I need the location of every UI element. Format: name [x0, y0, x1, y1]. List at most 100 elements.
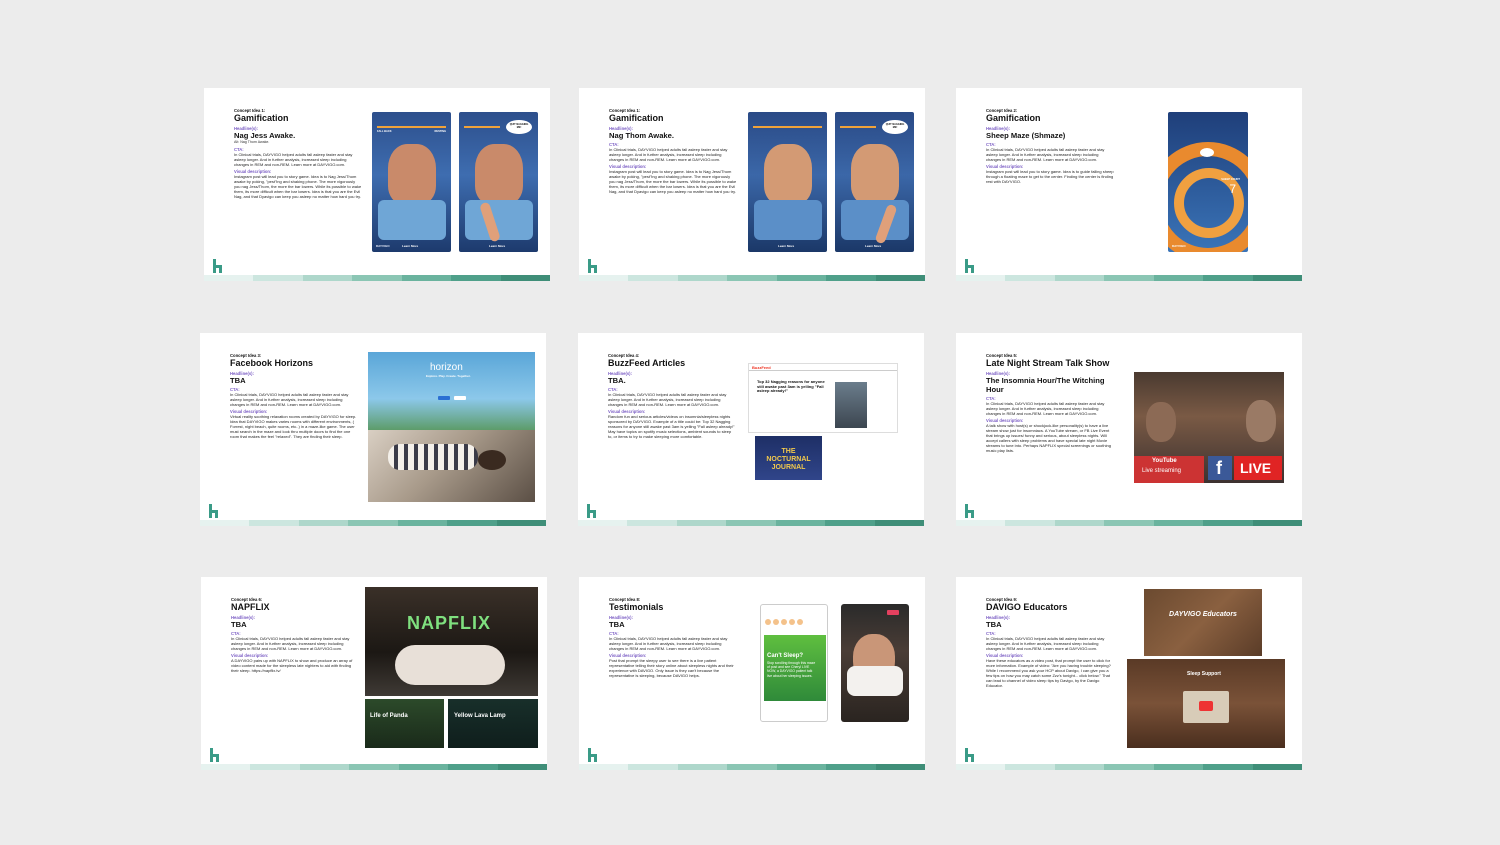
- napflix-logo-text: NAPFLIX: [407, 613, 492, 633]
- visual-text: A talk show with host(s) or shockjock-li…: [986, 423, 1111, 453]
- cta-text: In Clinical trials, DAYVIGO helped adult…: [234, 151, 353, 167]
- slide-concept-1-jess[interactable]: Concept Idea 1: Gamification Headline(s)…: [204, 88, 550, 281]
- nag-meter-bar: [840, 126, 876, 128]
- article-headline[interactable]: Top 32 Nagging reasons for anyone still …: [757, 379, 827, 394]
- agency-logo-icon: [965, 504, 977, 519]
- concept-title: Gamification: [986, 113, 1041, 123]
- slide-concept-8-testimonials[interactable]: Concept Idea 8: Testimonials Headline(s)…: [579, 577, 925, 770]
- visual-text: A DAYVIGO pairs up with NAPFLIX to show …: [231, 658, 353, 673]
- learn-more-link[interactable]: Learn More: [489, 244, 505, 248]
- sleep-support-video[interactable]: Sleep Support: [1127, 659, 1285, 748]
- concept-title: Late Night Stream Talk Show: [986, 358, 1110, 368]
- slide-text: Concept Idea 6: NAPFLIX Headline(s): TBA…: [231, 597, 359, 673]
- bar-left-label: FALL BACK: [377, 130, 392, 133]
- slide-concept-5-late-night-show[interactable]: Concept Idea 5: Late Night Stream Talk S…: [956, 333, 1302, 526]
- horizon-login-button[interactable]: [454, 396, 466, 400]
- blanket-illustration: [754, 200, 822, 240]
- sleeping-person-illustration: [388, 144, 436, 204]
- agency-logo-icon: [210, 748, 222, 763]
- learn-more-link[interactable]: Learn More: [778, 244, 794, 248]
- slide-concept-3-facebook-horizons[interactable]: Concept Idea 3: Facebook Horizons Headli…: [200, 333, 546, 526]
- sleeping-man-illustration: [764, 144, 812, 204]
- stories-row: [765, 619, 825, 625]
- agency-logo-icon: [965, 748, 977, 763]
- slide-text: Concept Idea 8: Testimonials Headline(s)…: [609, 597, 737, 678]
- learn-more-link[interactable]: Learn More: [402, 244, 418, 248]
- slide-concept-4-buzzfeed[interactable]: Concept Idea 4: BuzzFeed Articles Headli…: [578, 333, 924, 526]
- striped-shirt-shape: [388, 444, 478, 470]
- agency-logo-icon: [209, 504, 221, 519]
- concept-headline: TBA: [986, 620, 1002, 629]
- footer-color-band: [956, 275, 1302, 281]
- concept-headline: Nag Jess Awake.: [234, 131, 296, 140]
- cta-text: In Clinical trials, DAYVIGO helped adult…: [986, 636, 1105, 651]
- awake-person-illustration: [475, 144, 523, 204]
- head-with-headset-shape: [478, 450, 506, 470]
- host-right-shape: [1246, 400, 1276, 442]
- buzzfeed-logo: BuzzFeed: [752, 365, 771, 370]
- concept-headline: TBA: [609, 620, 625, 629]
- tile-title-lava-lamp: Yellow Lava Lamp: [454, 713, 506, 719]
- game-phone-screenshot-asleep: FALL BACK RESTING DAYVIGO Learn More: [372, 112, 451, 252]
- host-left-shape: [1146, 402, 1176, 442]
- game-phone-screenshot-poked: QUIT NAGGING ME! Learn More: [835, 112, 914, 252]
- cta-text: In Clinical trials, DAYVIGO helped adult…: [609, 636, 728, 651]
- footer-color-band: [956, 520, 1302, 526]
- visual-text: Random fun and serious articles/videos o…: [608, 414, 735, 439]
- horizon-vr-screenshot: horizon Explore. Play. Create. Together.: [368, 352, 535, 430]
- footer-color-band: [578, 520, 924, 526]
- person-wearing-vr-headset-photo: [368, 430, 535, 502]
- cta-text: In Clinical trials, DAYVIGO helped adult…: [608, 392, 727, 407]
- visual-text: Virtual reality soothing relaxation room…: [230, 414, 357, 439]
- footer-color-band: [200, 520, 546, 526]
- instagram-feed-mockup: Can't Sleep? Stop scrolling through this…: [760, 604, 828, 722]
- concept-headline: TBA: [230, 376, 246, 385]
- slide-text: Concept Idea 1: Gamification Headline(s)…: [234, 108, 362, 199]
- sheep-maze-phone-screenshot: SHEEP COUNT 7 DAYVIGO: [1168, 112, 1248, 252]
- agency-logo-icon: [588, 259, 600, 274]
- ad-heading: Can't Sleep?: [767, 653, 804, 659]
- sheep-count-value: 7: [1229, 182, 1236, 196]
- slide-text: Concept Idea 9: DAVIGO Educators Headlin…: [986, 597, 1114, 688]
- blanket-illustration: [841, 200, 909, 240]
- napflix-tile-panda[interactable]: Life of Panda: [365, 699, 444, 748]
- facebook-f-glyph: f: [1216, 458, 1222, 478]
- learn-more-link[interactable]: Learn More: [865, 244, 881, 248]
- slide-text: Concept Idea 2: Gamification Headline(s)…: [986, 108, 1114, 184]
- footer-color-band: [579, 764, 925, 770]
- visual-text: Instagram post will lead you to story ga…: [609, 169, 737, 194]
- concept-headline: Nag Thom Awake.: [609, 131, 674, 140]
- concept-title: BuzzFeed Articles: [608, 358, 686, 368]
- concept-headline: Sheep Maze (Shmaze): [986, 131, 1066, 140]
- slide-concept-6-napflix[interactable]: Concept Idea 6: NAPFLIX Headline(s): TBA…: [201, 577, 547, 770]
- horizon-tagline: Explore. Play. Create. Together.: [426, 374, 471, 378]
- brand-mark: DAYVIGO: [376, 244, 390, 248]
- youtube-live-label: Live streaming: [1142, 468, 1182, 474]
- napflix-hero-photo: NAPFLIX: [365, 587, 538, 696]
- napflix-tile-lava-lamp[interactable]: Yellow Lava Lamp: [448, 699, 538, 748]
- visual-text: Instagram post will lead you to story ga…: [234, 173, 362, 199]
- cta-text: In Clinical trials, DAYVIGO helped adult…: [230, 392, 349, 407]
- game-phone-screenshot-asleep: Learn More: [748, 112, 827, 252]
- play-button-icon[interactable]: [1199, 701, 1213, 711]
- slide-concept-2-sheep-maze[interactable]: Concept Idea 2: Gamification Headline(s)…: [956, 88, 1302, 281]
- fb-live-text: LIVE: [1240, 460, 1272, 476]
- article-photo: [835, 382, 867, 428]
- agency-logo-icon: [587, 504, 599, 519]
- slide-concept-1-thom[interactable]: Concept Idea 1: Gamification Headline(s)…: [579, 88, 925, 281]
- visual-text: Post that prompt the sleepy user to see …: [609, 658, 734, 678]
- slide-concept-9-educators[interactable]: Concept Idea 9: DAVIGO Educators Headlin…: [956, 577, 1302, 770]
- nag-meter-bar: [464, 126, 500, 128]
- educators-logo-card: DAYVIGO Educators: [1144, 589, 1262, 656]
- speech-bubble-text: QUIT NAGGING ME!: [509, 123, 529, 129]
- horizon-logo-text: horizon: [430, 362, 463, 373]
- concept-title: Testimonials: [609, 602, 664, 612]
- sleeping-person-shape: [395, 645, 505, 685]
- concept-title: DAVIGO Educators: [986, 602, 1068, 612]
- sheep-icon: [1200, 148, 1214, 157]
- concept-title: Facebook Horizons: [230, 358, 314, 368]
- horizon-signup-button[interactable]: [438, 396, 450, 400]
- nag-meter-bar: [753, 126, 822, 128]
- footer-color-band: [204, 275, 550, 281]
- game-phone-screenshot-poked: QUIT NAGGING ME! Learn More: [459, 112, 538, 252]
